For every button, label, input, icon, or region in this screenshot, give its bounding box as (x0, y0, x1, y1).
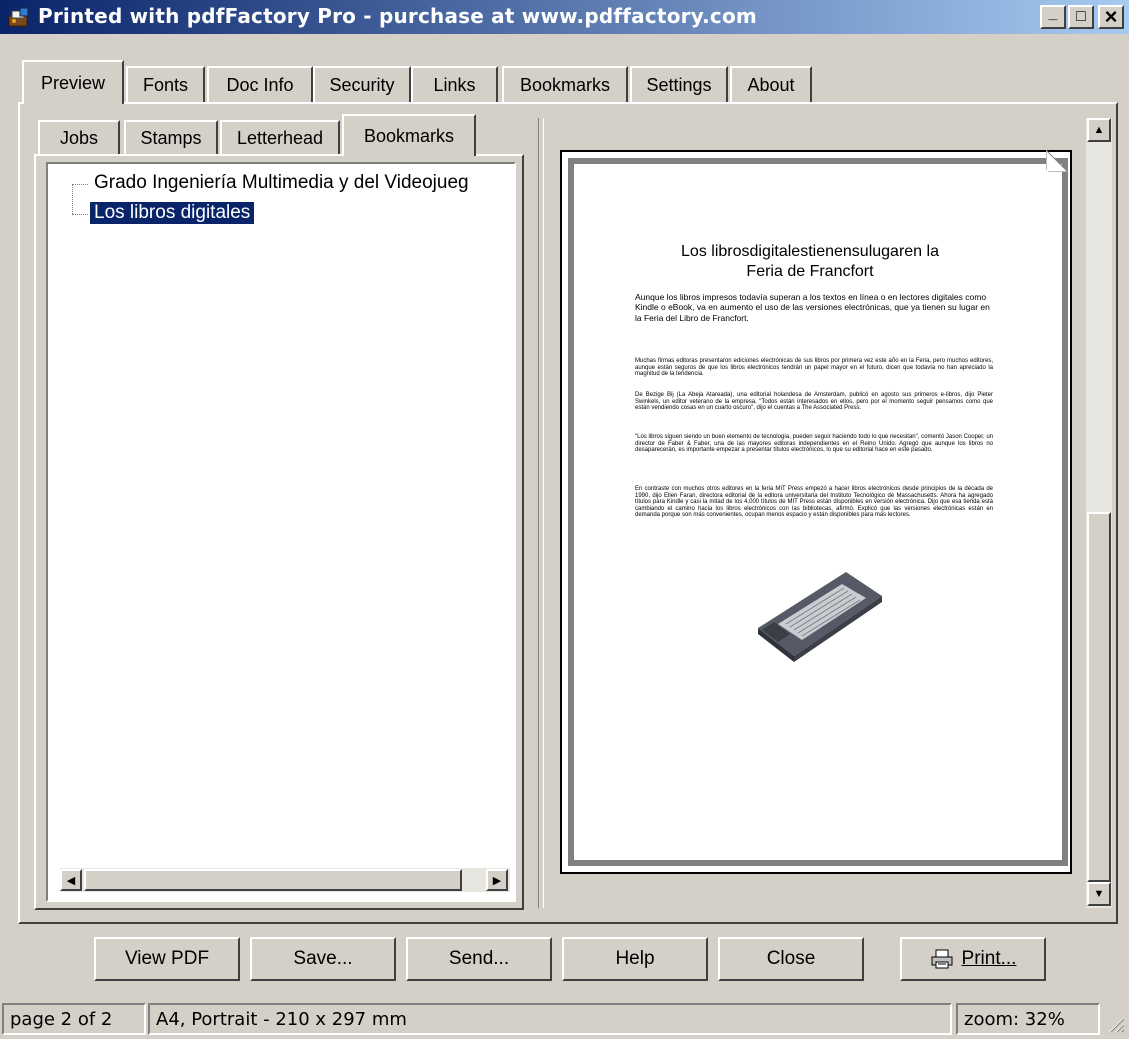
arrow-down-icon: ▼ (1093, 888, 1105, 900)
close-button[interactable]: Close (718, 937, 864, 981)
document-paragraph: Muchas firmas editoras presentaron edici… (635, 358, 993, 377)
button-label: Send... (448, 948, 510, 969)
tab-doc-info[interactable]: Doc Info (207, 66, 313, 102)
document-title-line: Feria de Francfort (746, 263, 874, 280)
scroll-up-button[interactable]: ▲ (1087, 118, 1111, 142)
tab-security[interactable]: Security (313, 66, 411, 102)
document-paragraph: "Los libros siguen siendo un buen elemen… (635, 434, 993, 453)
window-title: Printed with pdfFactory Pro - purchase a… (38, 4, 757, 28)
tab-fonts[interactable]: Fonts (126, 66, 205, 102)
close-icon: × (1104, 4, 1118, 29)
tab-label: Fonts (142, 74, 189, 95)
status-page: page 2 of 2 (2, 1003, 146, 1035)
tab-label: Preview (40, 72, 106, 93)
pdffactory-app-icon (6, 7, 32, 29)
minimize-button[interactable]: _ (1040, 5, 1066, 29)
help-button[interactable]: Help (562, 937, 708, 981)
status-paper-size: A4, Portrait - 210 x 297 mm (148, 1003, 952, 1035)
tree-connector (72, 184, 73, 214)
tab-preview[interactable]: Preview (22, 60, 124, 104)
button-label: View PDF (124, 948, 210, 969)
close-window-button[interactable]: × (1098, 4, 1124, 29)
subtab-label: Bookmarks (363, 125, 455, 146)
button-label: Save... (293, 948, 353, 969)
tab-label: Settings (646, 74, 712, 95)
tab-label: Bookmarks (519, 74, 611, 95)
tab-settings[interactable]: Settings (630, 66, 728, 102)
document-page: Los librosdigitalestienensulugaren la Fe… (580, 170, 1048, 846)
button-label: Help (615, 948, 655, 969)
tab-links[interactable]: Links (411, 66, 498, 102)
status-zoom: zoom: 32% (956, 1003, 1100, 1035)
page-curl-icon (1046, 150, 1068, 172)
subtab-stamps[interactable]: Stamps (124, 120, 218, 154)
document-paragraph: De Bezige Bij (La Abeja Atareada), una e… (635, 392, 993, 411)
maximize-icon: □ (1076, 8, 1086, 25)
tab-label: About (747, 74, 795, 95)
subtab-bookmarks[interactable]: Bookmarks (342, 114, 476, 156)
scroll-thumb[interactable] (84, 869, 462, 891)
bookmark-item-selected[interactable]: Los libros digitales (90, 202, 255, 224)
ebook-reader-image (758, 572, 882, 662)
document-lead: Aunque los libros impresos todavía super… (635, 292, 990, 323)
view-pdf-button[interactable]: View PDF (94, 937, 240, 981)
preview-vertical-scrollbar[interactable]: ▲ ▼ (1086, 118, 1112, 908)
pane-splitter[interactable] (538, 118, 544, 908)
scroll-left-button[interactable]: ◀ (60, 869, 82, 891)
document-paragraph: En contraste con muchos otros editores e… (635, 486, 993, 518)
bookmark-tree[interactable]: Grado Ingeniería Multimedia y del Videoj… (46, 162, 516, 902)
minimize-icon: _ (1048, 5, 1058, 22)
arrow-left-icon: ◀ (66, 874, 76, 887)
tree-connector (72, 214, 88, 215)
tab-label: Doc Info (226, 74, 294, 95)
document-title: Los librosdigitalestienensulugaren la Fe… (620, 242, 1000, 282)
scroll-thumb[interactable] (1087, 512, 1111, 882)
send-button[interactable]: Send... (406, 937, 552, 981)
subtab-label: Jobs (59, 127, 99, 148)
maximize-button[interactable]: □ (1068, 5, 1094, 29)
tree-horizontal-scrollbar[interactable]: ◀ ▶ (60, 868, 510, 892)
tab-about[interactable]: About (730, 66, 812, 102)
preview-area: Los librosdigitalestienensulugaren la Fe… (550, 118, 1084, 910)
button-label: Print... (961, 948, 1017, 969)
subtab-label: Letterhead (236, 127, 324, 148)
printer-icon (931, 949, 953, 969)
tab-bookmarks[interactable]: Bookmarks (502, 66, 628, 102)
resize-grip-icon[interactable] (1104, 1012, 1126, 1034)
arrow-up-icon: ▲ (1093, 124, 1105, 136)
scroll-down-button[interactable]: ▼ (1087, 882, 1111, 906)
bookmark-item[interactable]: Grado Ingeniería Multimedia y del Videoj… (94, 172, 469, 194)
tree-connector (72, 184, 88, 185)
scroll-right-button[interactable]: ▶ (486, 869, 508, 891)
subtab-jobs[interactable]: Jobs (38, 120, 120, 154)
document-title-line: Los librosdigitalestienensulugaren la (681, 243, 939, 260)
print-button[interactable]: Print... (900, 937, 1046, 981)
subtab-letterhead[interactable]: Letterhead (220, 120, 340, 154)
subtab-label: Stamps (140, 127, 202, 148)
tab-label: Links (433, 74, 476, 95)
save-button[interactable]: Save... (250, 937, 396, 981)
button-label: Close (766, 948, 816, 969)
arrow-right-icon: ▶ (492, 874, 502, 887)
tab-label: Security (329, 74, 395, 95)
